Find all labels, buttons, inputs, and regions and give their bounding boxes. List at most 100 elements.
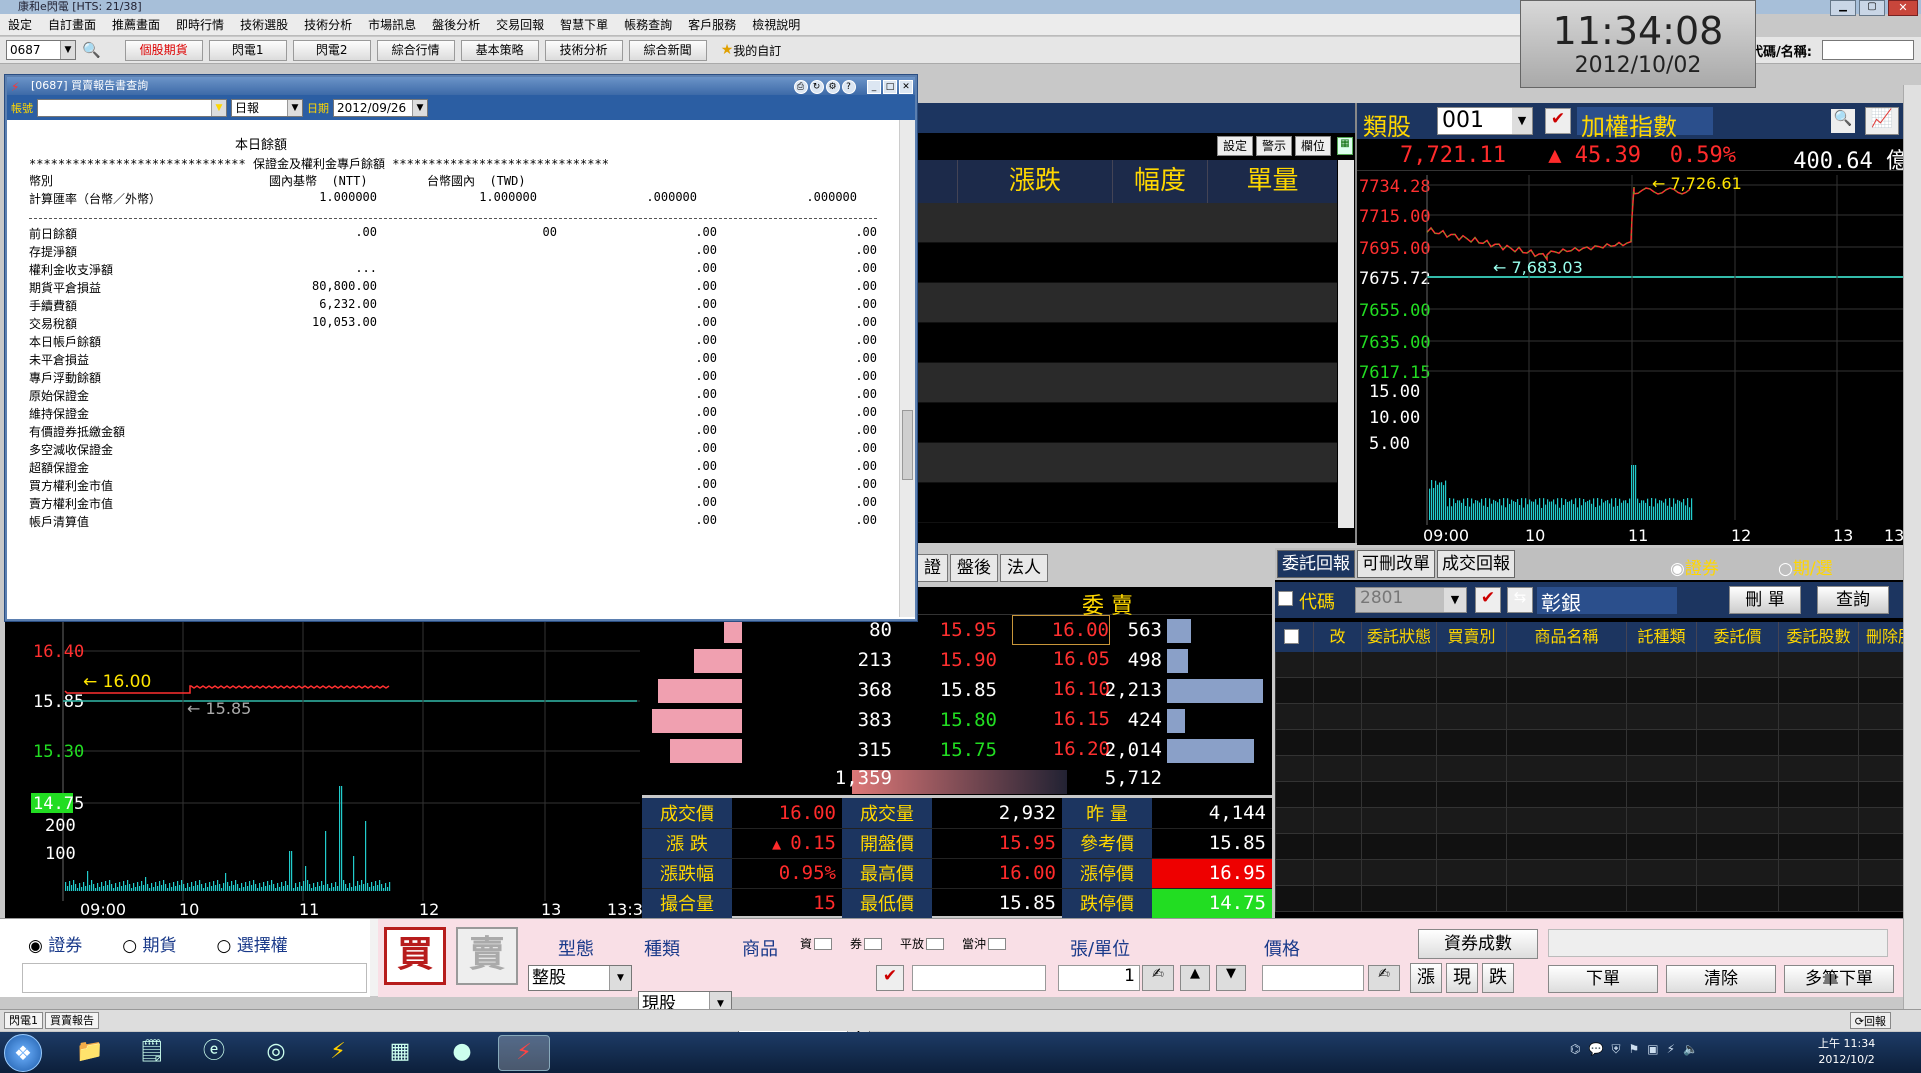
menu-item-5[interactable]: 技術分析: [296, 16, 360, 33]
col-lot[interactable]: 單量: [1207, 160, 1337, 203]
report-type-combo[interactable]: 日報 ▼: [231, 98, 303, 117]
chevron-down-icon[interactable]: ▼: [412, 99, 427, 116]
order-action-0[interactable]: 下單: [1548, 965, 1658, 993]
bid-price[interactable]: 15.90: [897, 645, 997, 675]
report-tab-1[interactable]: 可刪改單: [1357, 550, 1435, 578]
qty-down-icon[interactable]: ▼: [1216, 965, 1246, 991]
order-note-field[interactable]: [22, 963, 367, 993]
flag-icon[interactable]: ⚑: [1628, 1042, 1639, 1057]
order-type-combo[interactable]: 整股 ▼: [528, 965, 632, 991]
order-col-5[interactable]: 委託價: [1696, 622, 1778, 652]
order-row[interactable]: [1275, 808, 1921, 834]
list-row[interactable]: [917, 243, 1337, 283]
code-name-input[interactable]: [1822, 40, 1914, 60]
list-row[interactable]: [917, 323, 1337, 363]
menu-item-0[interactable]: 設定: [0, 16, 40, 33]
radio-stock[interactable]: ◉證券: [1670, 554, 1719, 579]
chevron-down-icon[interactable]: ▼: [609, 966, 631, 990]
menu-item-2[interactable]: 推薦畫面: [104, 16, 168, 33]
order-row[interactable]: [1275, 730, 1921, 756]
list-tool-2[interactable]: 欄位: [1295, 136, 1332, 156]
menu-item-1[interactable]: 自訂畫面: [40, 16, 104, 33]
toolbar-button-5[interactable]: 技術分析: [544, 39, 623, 61]
panel-tab-2[interactable]: 法人: [1000, 554, 1048, 582]
check-icon[interactable]: ✔: [876, 965, 904, 991]
menu-item-4[interactable]: 技術選股: [232, 16, 296, 33]
menu-item-9[interactable]: 智慧下單: [552, 16, 616, 33]
toggle-box[interactable]: [814, 937, 833, 950]
settings-icon[interactable]: ⚙: [825, 80, 840, 94]
maximize-icon[interactable]: □: [883, 80, 897, 94]
margin-check-3[interactable]: 當沖: [962, 935, 1007, 952]
order-code-combo[interactable]: 2801 ▼: [1355, 587, 1467, 613]
price-input[interactable]: [1262, 965, 1364, 991]
order-row[interactable]: [1275, 860, 1921, 886]
sell-button[interactable]: 賣: [456, 927, 518, 985]
print-icon[interactable]: ⎙: [793, 80, 808, 94]
order-row[interactable]: [1275, 678, 1921, 704]
toolbar-button-1[interactable]: 閃電1: [208, 39, 287, 61]
spreadsheet-icon[interactable]: ▦: [374, 1035, 426, 1071]
product-name-field[interactable]: [912, 965, 1046, 991]
network-icon[interactable]: ⌬: [1570, 1042, 1580, 1057]
report-tab-0[interactable]: 委託回報: [1277, 550, 1355, 578]
grid-icon[interactable]: ▦: [1337, 137, 1353, 155]
stock-code-combo[interactable]: 0687 ▼: [6, 40, 76, 60]
monitor-icon[interactable]: ▣: [1647, 1042, 1658, 1057]
menu-item-11[interactable]: 客戶服務: [680, 16, 744, 33]
market-radio-0[interactable]: ◉ 證券: [28, 931, 82, 956]
toggle-box[interactable]: [864, 937, 883, 950]
chevron-down-icon[interactable]: ▼: [1444, 588, 1466, 612]
list-row[interactable]: [917, 203, 1337, 243]
order-row[interactable]: [1275, 834, 1921, 860]
col-pct[interactable]: 幅度: [1112, 160, 1207, 203]
toolbar-button-0[interactable]: 個股期貨: [124, 39, 203, 61]
minimize-icon[interactable]: _: [867, 80, 881, 94]
chevron-down-icon[interactable]: ▼: [287, 99, 302, 116]
report-toggle[interactable]: ⟳回報: [1849, 1012, 1891, 1029]
toolbar-button-2[interactable]: 閃電2: [292, 39, 371, 61]
list-tool-0[interactable]: 設定: [1217, 136, 1254, 156]
toolbar-button-4[interactable]: 基本策略: [460, 39, 539, 61]
bid-price[interactable]: 15.75: [897, 735, 997, 765]
query-button[interactable]: 查詢: [1817, 586, 1889, 614]
report-scrollbar[interactable]: [899, 120, 915, 617]
order-col-6[interactable]: 委託股數: [1778, 622, 1858, 652]
favorite-link[interactable]: 我的自訂: [733, 42, 781, 59]
order-row[interactable]: [1275, 652, 1921, 678]
order-row[interactable]: [1275, 704, 1921, 730]
bid-price[interactable]: 15.85: [897, 675, 997, 705]
menu-item-8[interactable]: 交易回報: [488, 16, 552, 33]
margin-check-2[interactable]: 平放: [900, 935, 945, 952]
toolbar-button-3[interactable]: 綜合行情: [376, 39, 455, 61]
minimize-icon[interactable]: ▁: [1830, 0, 1856, 16]
date-combo[interactable]: 2012/09/26 ▼: [333, 98, 428, 117]
order-action-1[interactable]: 清除: [1666, 965, 1776, 993]
select-all-checkbox[interactable]: [1284, 629, 1299, 644]
refresh-icon[interactable]: ↻: [809, 80, 824, 94]
chart-icon[interactable]: 📈: [1865, 107, 1899, 135]
account-combo[interactable]: ▼: [37, 98, 227, 117]
radio-futures[interactable]: ○期/選: [1778, 554, 1833, 579]
check-icon[interactable]: ✔: [1545, 108, 1571, 134]
chevron-down-icon[interactable]: ▼: [1512, 108, 1532, 134]
menu-item-3[interactable]: 即時行情: [168, 16, 232, 33]
menu-item-10[interactable]: 帳務查詢: [616, 16, 680, 33]
calc-icon[interactable]: ✍: [1142, 965, 1174, 991]
help-icon[interactable]: ?: [841, 80, 856, 94]
price-quick-1[interactable]: 現: [1446, 963, 1478, 993]
menu-item-12[interactable]: 檢視說明: [744, 16, 808, 33]
toggle-box[interactable]: [988, 937, 1007, 950]
price-quick-0[interactable]: 漲: [1410, 963, 1442, 993]
code-checkbox[interactable]: [1278, 591, 1293, 606]
price-quick-2[interactable]: 跌: [1482, 963, 1514, 993]
chevron-down-icon[interactable]: ▼: [60, 41, 75, 59]
maximize-icon[interactable]: ▢: [1859, 0, 1885, 16]
notes-icon[interactable]: 🗒: [126, 1035, 178, 1071]
order-action-2[interactable]: 多筆下單: [1784, 965, 1894, 993]
scroll-thumb[interactable]: [902, 410, 913, 480]
buy-button[interactable]: 買: [384, 927, 446, 985]
browser-icon[interactable]: ⓔ: [188, 1035, 240, 1071]
delete-order-button[interactable]: 刪 單: [1729, 586, 1801, 614]
order-row[interactable]: [1275, 782, 1921, 808]
